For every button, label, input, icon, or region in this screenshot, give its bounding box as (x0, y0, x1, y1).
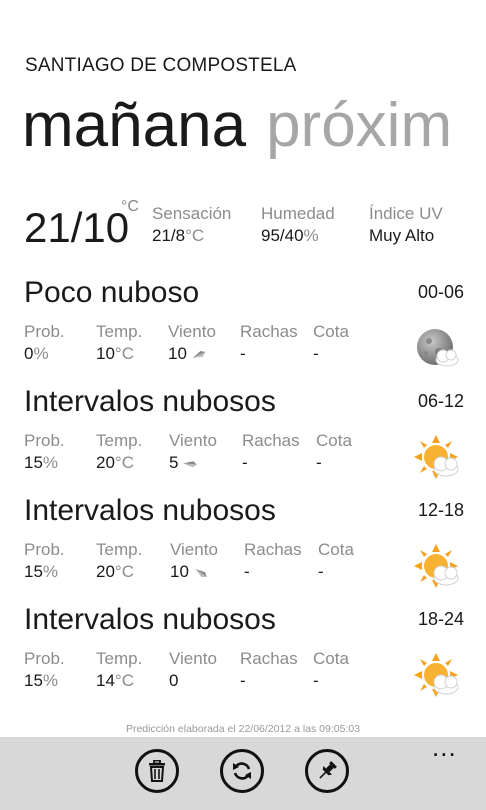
period-hours: 06-12 (417, 391, 464, 411)
pivot-item-proximos[interactable]: próxim (266, 91, 452, 160)
period-hours: 00-06 (417, 282, 464, 302)
delete-button[interactable] (135, 749, 179, 793)
humedad-unit: % (303, 226, 319, 245)
forecast-period: Intervalos nubosos 06-12 Prob. 15% Temp. 2… (24, 385, 464, 485)
celsius-unit: °C (114, 562, 134, 581)
wind-value: 0 (169, 671, 179, 690)
cota-value: - (318, 562, 324, 581)
rachas-value: - (242, 453, 248, 472)
percent-unit: % (42, 562, 59, 581)
temp-value: 20 (96, 562, 115, 581)
cota-label: Cota (313, 649, 349, 668)
refresh-icon (233, 762, 251, 780)
rachas-label: Rachas (240, 322, 298, 341)
moon-cloud-icon (417, 329, 459, 367)
sensacion-value: 21/8 (152, 226, 186, 245)
cota-value: - (313, 344, 319, 363)
wind-direction-icon (192, 350, 206, 358)
prob-value: 15 (24, 562, 43, 581)
prob-label: Prob. (24, 322, 65, 341)
more-options-button[interactable]: ... (432, 734, 457, 760)
pivot-header: mañana próxim (22, 86, 452, 166)
viento-label: Viento (169, 649, 217, 668)
max-min-temperature: 21/10 (24, 204, 130, 251)
cota-label: Cota (316, 431, 352, 450)
wind-direction-icon (195, 568, 207, 577)
cota-value: - (316, 453, 322, 472)
forecast-period: Poco nuboso 00-06 Prob. 0% Temp. 10°C Vien… (24, 276, 464, 376)
prob-label: Prob. (24, 649, 65, 668)
viento-label: Viento (170, 540, 218, 559)
uv-block: Índice UV Muy Alto (369, 204, 443, 246)
rachas-value: - (240, 671, 246, 690)
prediction-timestamp: Predicción elaborada el 22/06/2012 a las… (125, 723, 361, 735)
wind-value: 10 (168, 344, 187, 363)
rachas-label: Rachas (244, 540, 302, 559)
cota-value: - (313, 671, 319, 690)
temp-label: Temp. (96, 322, 143, 341)
period-hours: 12-18 (417, 500, 464, 520)
uv-value: Muy Alto (369, 226, 435, 245)
prob-value: 15 (24, 453, 43, 472)
sun-cloud-icon (414, 653, 459, 697)
temp-value: 14 (96, 671, 115, 690)
application-bar: ... (0, 734, 486, 810)
humedad-block: Humedad 95/40% (261, 204, 335, 246)
percent-unit: % (33, 344, 49, 363)
sensacion-unit: °C (185, 226, 205, 245)
rachas-value: - (244, 562, 250, 581)
pin-button[interactable] (305, 749, 349, 793)
percent-unit: % (42, 671, 59, 690)
pin-icon (319, 761, 337, 779)
rachas-label: Rachas (240, 649, 298, 668)
period-condition: Intervalos nubosos (24, 603, 276, 636)
humedad-label: Humedad (261, 204, 335, 223)
viento-label: Viento (168, 322, 216, 341)
sun-cloud-icon (414, 544, 459, 588)
prob-value: 15 (24, 671, 43, 690)
city-title: SANTIAGO DE COMPOSTELA (25, 55, 297, 76)
temp-value: 20 (96, 453, 115, 472)
temp-value: 10 (96, 344, 115, 363)
sun-cloud-icon (414, 435, 459, 479)
daily-summary: 21/10 °C Sensación 21/8°C Humedad 95/40%… (24, 198, 484, 258)
period-condition: Poco nuboso (24, 276, 200, 309)
prob-label: Prob. (24, 431, 65, 450)
trash-icon (149, 760, 165, 782)
sensacion-block: Sensación 21/8°C (152, 204, 231, 246)
percent-unit: % (42, 453, 59, 472)
forecast-period: Intervalos nubosos 18-24 Prob. 15% Temp. 1… (24, 603, 464, 703)
temperature-unit: °C (121, 198, 139, 215)
temp-label: Temp. (96, 540, 143, 559)
rachas-label: Rachas (242, 431, 300, 450)
forecast-period: Intervalos nubosos 12-18 Prob. 15% Temp. 2… (24, 494, 464, 594)
rachas-value: - (240, 344, 246, 363)
celsius-unit: °C (114, 344, 134, 363)
wind-value: 10 (170, 562, 189, 581)
celsius-unit: °C (114, 453, 134, 472)
celsius-unit: °C (114, 671, 134, 690)
period-condition: Intervalos nubosos (24, 385, 276, 418)
period-hours: 18-24 (417, 609, 464, 629)
prob-label: Prob. (24, 540, 65, 559)
sensacion-label: Sensación (152, 204, 232, 223)
cota-label: Cota (318, 540, 354, 559)
wind-value: 5 (169, 453, 179, 472)
temp-label: Temp. (96, 431, 143, 450)
cota-label: Cota (313, 322, 349, 341)
period-condition: Intervalos nubosos (24, 494, 276, 527)
refresh-button[interactable] (220, 749, 264, 793)
wind-direction-icon (183, 460, 198, 467)
viento-label: Viento (169, 431, 217, 450)
temp-label: Temp. (96, 649, 143, 668)
uv-label: Índice UV (369, 204, 443, 223)
humedad-value: 95/40 (261, 226, 304, 245)
pivot-item-manana[interactable]: mañana (22, 91, 246, 160)
